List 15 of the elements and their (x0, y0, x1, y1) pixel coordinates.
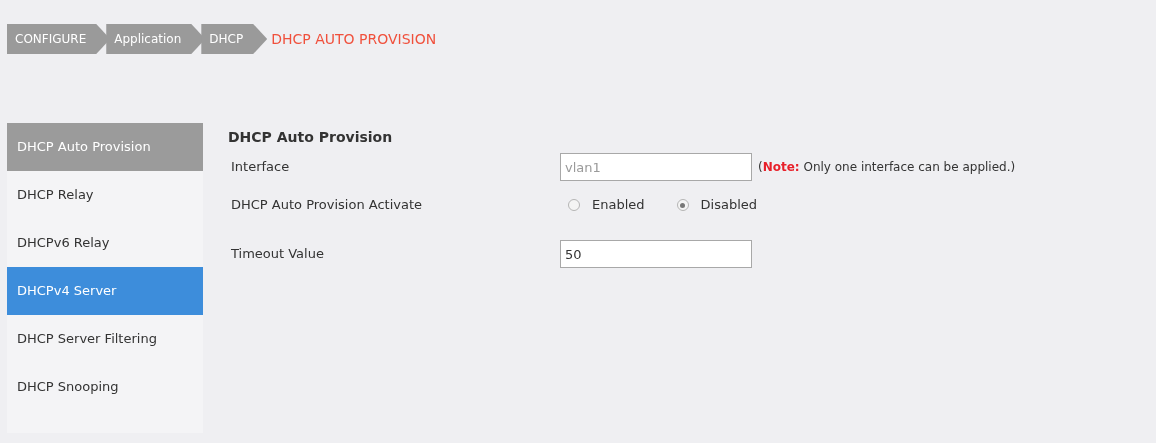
sidebar-item[interactable]: DHCP Snooping (7, 363, 203, 411)
breadcrumb-current: DHCP AUTO PROVISION (270, 29, 438, 49)
sidebar-item[interactable]: DHCP Server Filtering (7, 315, 203, 363)
sidebar-item[interactable]: DHCPv6 Relay (7, 219, 203, 267)
field-label: DHCP Auto Provision Activate (230, 196, 424, 215)
field-label: Timeout Value (230, 245, 325, 264)
note-text: (Note: Only one interface can be applied.) (758, 159, 1016, 176)
sidebar-item[interactable]: DHCP Relay (7, 171, 203, 219)
section-title: DHCP Auto Provision (228, 128, 394, 147)
radio-icon[interactable] (568, 199, 580, 211)
radio-icon[interactable] (676, 199, 689, 211)
input-field[interactable]: 50 (560, 240, 752, 268)
field-label: Interface (230, 158, 291, 177)
radio-option[interactable]: Enabled (568, 195, 645, 215)
radio-option[interactable]: Disabled (676, 195, 758, 215)
